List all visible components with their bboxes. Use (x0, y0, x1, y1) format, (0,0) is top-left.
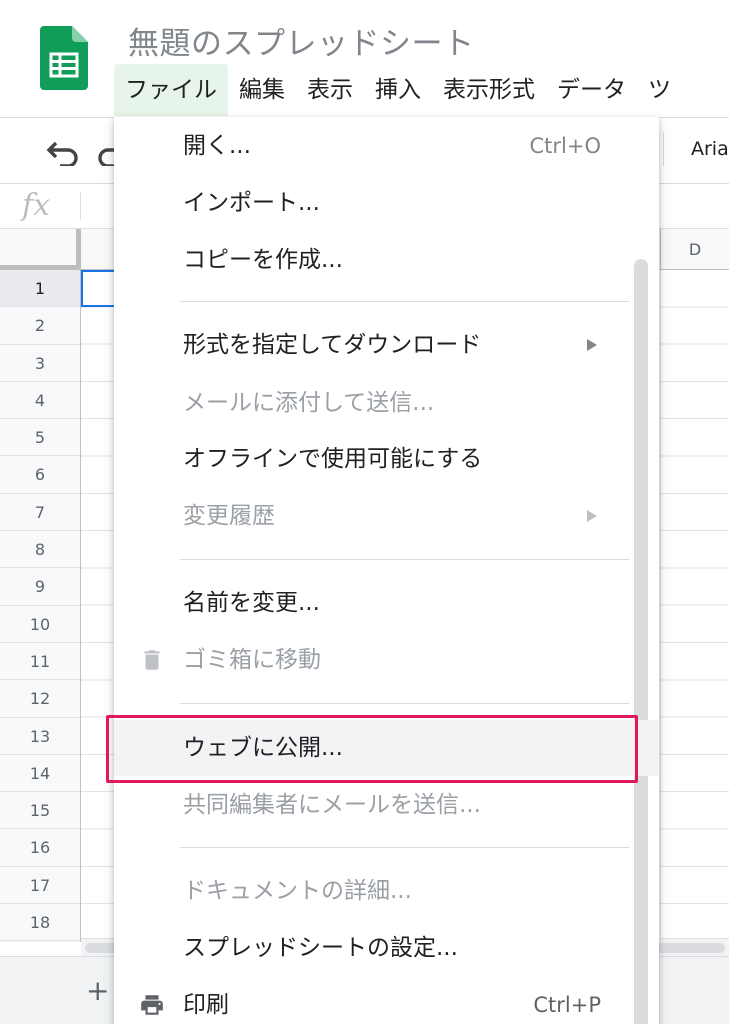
menu-item-label: 変更履歴 (183, 503, 275, 529)
menu-format[interactable]: 表示形式 (432, 64, 546, 116)
menu-item-label: ドキュメントの詳細... (183, 878, 412, 904)
row-header[interactable]: 18 (0, 904, 80, 942)
menu-item-label: コピーを作成... (183, 247, 343, 273)
menu-file[interactable]: ファイル (114, 64, 228, 116)
select-all-corner[interactable] (0, 229, 81, 270)
menu-bar: ファイル 編集 表示 挿入 表示形式 データツ (114, 64, 682, 116)
row-header[interactable]: 16 (0, 829, 80, 867)
menu-item-document-details: ドキュメントの詳細... (114, 863, 659, 919)
row-header[interactable]: 1 (0, 270, 80, 308)
print-icon (141, 995, 163, 1015)
menu-item-email-collaborators: 共同編集者にメールを送信... (114, 777, 659, 833)
row-header[interactable]: 8 (0, 531, 80, 569)
menu-item-spreadsheet-settings[interactable]: スプレッドシートの設定... (114, 920, 659, 976)
menu-item-download-as[interactable]: 形式を指定してダウンロード (114, 317, 659, 373)
column-divider (660, 270, 661, 942)
menu-tools[interactable]: ツ (637, 64, 682, 116)
menu-view[interactable]: 表示 (296, 64, 364, 116)
row-header[interactable]: 4 (0, 382, 80, 420)
menu-separator (180, 559, 629, 560)
add-sheet-button[interactable]: + (86, 977, 109, 1005)
row-header[interactable]: 14 (0, 755, 80, 793)
undo-icon[interactable] (46, 140, 80, 166)
formula-bar-divider (80, 192, 81, 220)
menu-item-label: 名前を変更... (183, 590, 320, 616)
menu-item-make-copy[interactable]: コピーを作成... (114, 232, 659, 288)
menu-item-import[interactable]: インポート... (114, 175, 659, 231)
row-header[interactable]: 10 (0, 606, 80, 643)
menu-item-label: スプレッドシートの設定... (183, 935, 458, 961)
toolbar-divider (663, 132, 664, 166)
column-header-d[interactable]: D (660, 229, 729, 270)
row-header[interactable]: 17 (0, 867, 80, 905)
google-sheets-logo-icon[interactable] (40, 26, 88, 90)
row-header[interactable]: 11 (0, 643, 80, 681)
row-header[interactable]: 5 (0, 419, 80, 457)
menu-item-email-attachment: メールに添付して送信... (114, 375, 659, 431)
fx-icon: fx (22, 188, 51, 223)
row-header[interactable]: 6 (0, 456, 80, 494)
menu-item-rename[interactable]: 名前を変更... (114, 575, 659, 631)
row-header[interactable]: 7 (0, 494, 80, 532)
menu-item-print[interactable]: 印刷 Ctrl+P (114, 977, 659, 1024)
trash-icon (144, 650, 160, 670)
menu-separator (180, 301, 629, 302)
menu-item-label: 共同編集者にメールを送信... (183, 792, 481, 818)
menu-item-open[interactable]: 開く... Ctrl+O (114, 118, 659, 174)
document-title[interactable]: 無題のスプレッドシート (128, 18, 475, 63)
row-header[interactable]: 13 (0, 718, 80, 755)
menu-item-label: ウェブに公開... (183, 735, 343, 761)
menu-item-version-history: 変更履歴 (114, 488, 659, 544)
shortcut-label: Ctrl+P (533, 993, 601, 1017)
menu-data[interactable]: データ (546, 64, 637, 116)
menu-item-label: ゴミ箱に移動 (183, 647, 321, 673)
submenu-arrow-icon (587, 510, 597, 522)
font-selector[interactable]: Aria (691, 138, 729, 160)
row-header[interactable]: 2 (0, 307, 80, 345)
menu-item-label: 形式を指定してダウンロード (183, 332, 482, 358)
menu-item-label: 開く... (183, 133, 251, 159)
row-header[interactable]: 9 (0, 568, 80, 606)
menu-item-publish-to-web[interactable]: ウェブに公開... (114, 720, 659, 776)
menu-item-move-to-trash: ゴミ箱に移動 (114, 632, 659, 688)
submenu-arrow-icon (587, 339, 597, 351)
menu-item-label: 印刷 (183, 992, 229, 1018)
row-header[interactable]: 15 (0, 792, 80, 830)
menu-item-make-offline[interactable]: オフラインで使用可能にする (114, 431, 659, 487)
menu-separator (180, 847, 629, 848)
menu-insert[interactable]: 挿入 (364, 64, 432, 116)
shortcut-label: Ctrl+O (529, 134, 602, 158)
app-header: 無題のスプレッドシート ファイル 編集 表示 挿入 表示形式 データツ (0, 0, 729, 118)
menu-separator (180, 703, 629, 704)
menu-item-label: オフラインで使用可能にする (183, 446, 483, 472)
menu-item-label: メールに添付して送信... (183, 390, 435, 416)
menu-edit[interactable]: 編集 (228, 64, 296, 116)
menu-item-label: インポート... (183, 190, 320, 216)
row-header[interactable]: 3 (0, 345, 80, 382)
row-header[interactable]: 12 (0, 680, 80, 718)
row-headers: 1 2 3 4 5 6 7 8 9 10 11 12 13 14 15 16 1… (0, 270, 81, 942)
file-menu-dropdown: 開く... Ctrl+O インポート... コピーを作成... 形式を指定してダ… (114, 117, 659, 1024)
